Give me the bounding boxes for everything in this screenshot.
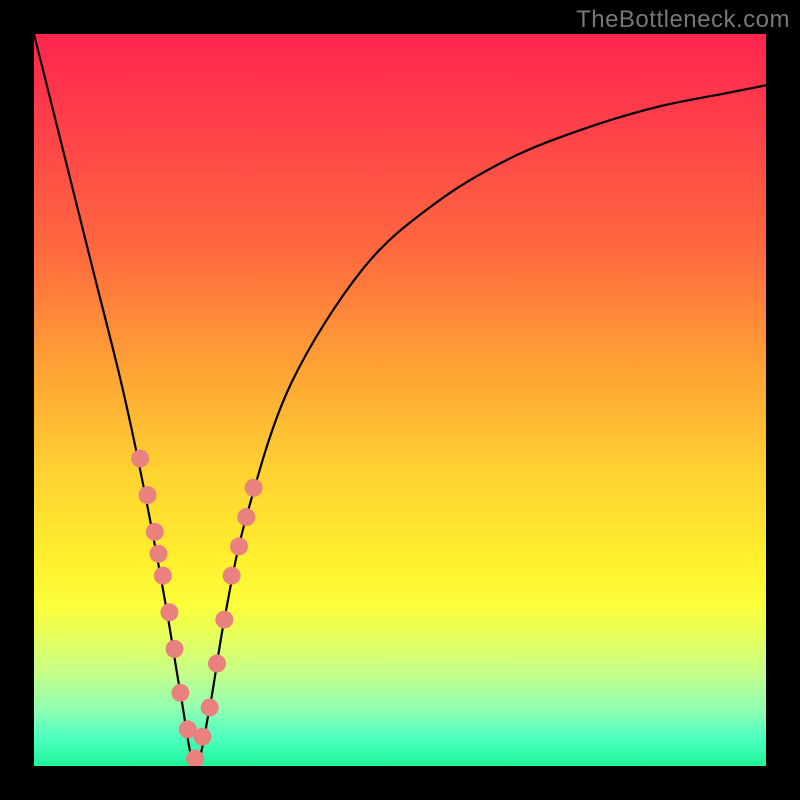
bottleneck-curve [34, 34, 766, 766]
data-point [201, 698, 219, 716]
data-point [146, 523, 164, 541]
chart-frame: TheBottleneck.com [0, 0, 800, 800]
data-point [237, 508, 255, 526]
data-point [245, 479, 263, 497]
plot-area [34, 34, 766, 766]
data-point [131, 450, 149, 468]
dot-layer [131, 450, 262, 766]
data-point [215, 611, 233, 629]
chart-svg [34, 34, 766, 766]
data-point [223, 567, 241, 585]
data-point [166, 640, 184, 658]
curve-layer [34, 34, 766, 766]
data-point [230, 537, 248, 555]
data-point [171, 684, 189, 702]
data-point [149, 545, 167, 563]
data-point [193, 728, 211, 746]
data-point [160, 603, 178, 621]
watermark-text: TheBottleneck.com [576, 6, 790, 34]
data-point [138, 486, 156, 504]
data-point [154, 567, 172, 585]
data-point [208, 655, 226, 673]
